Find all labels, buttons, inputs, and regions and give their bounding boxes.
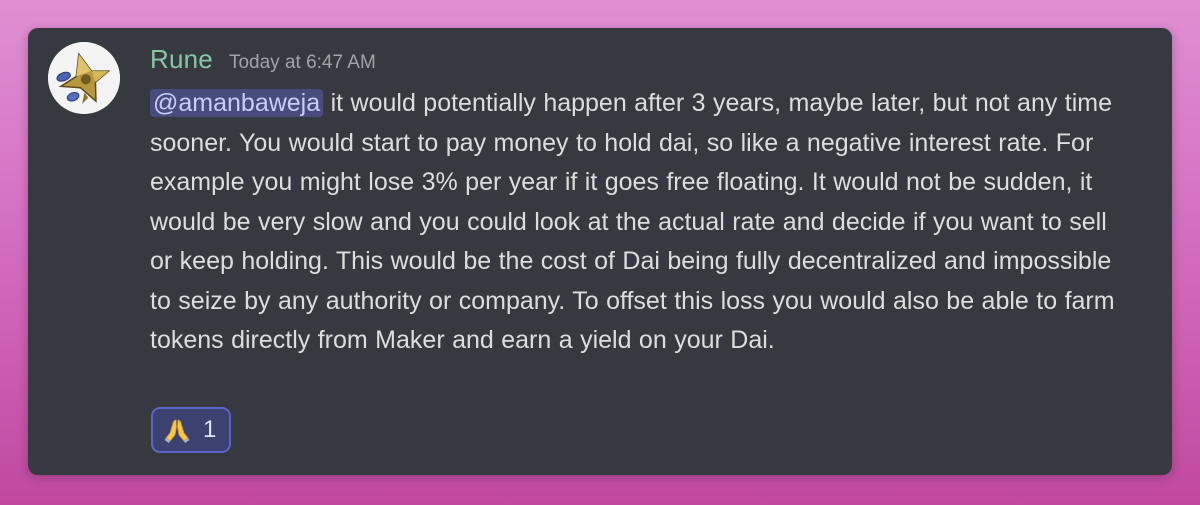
author-name[interactable]: Rune	[150, 44, 213, 75]
reaction-count: 1	[203, 416, 217, 443]
avatar[interactable]	[48, 42, 120, 114]
message-timestamp[interactable]: Today at 6:47 AM	[229, 52, 376, 74]
message-header: Rune Today at 6:47 AM	[150, 44, 1130, 78]
folded-hands-icon	[164, 419, 190, 443]
message-card: Rune Today at 6:47 AM @amanbaweja it wou…	[28, 28, 1172, 475]
user-mention[interactable]: @amanbaweja	[150, 89, 324, 117]
message-content: Rune Today at 6:47 AM @amanbaweja it wou…	[150, 44, 1130, 361]
message-body: it would potentially happen after 3 year…	[150, 89, 1115, 354]
reaction-button[interactable]: 1	[151, 407, 231, 453]
avatar-image	[48, 42, 120, 114]
message-text: @amanbaweja it would potentially happen …	[150, 84, 1130, 361]
